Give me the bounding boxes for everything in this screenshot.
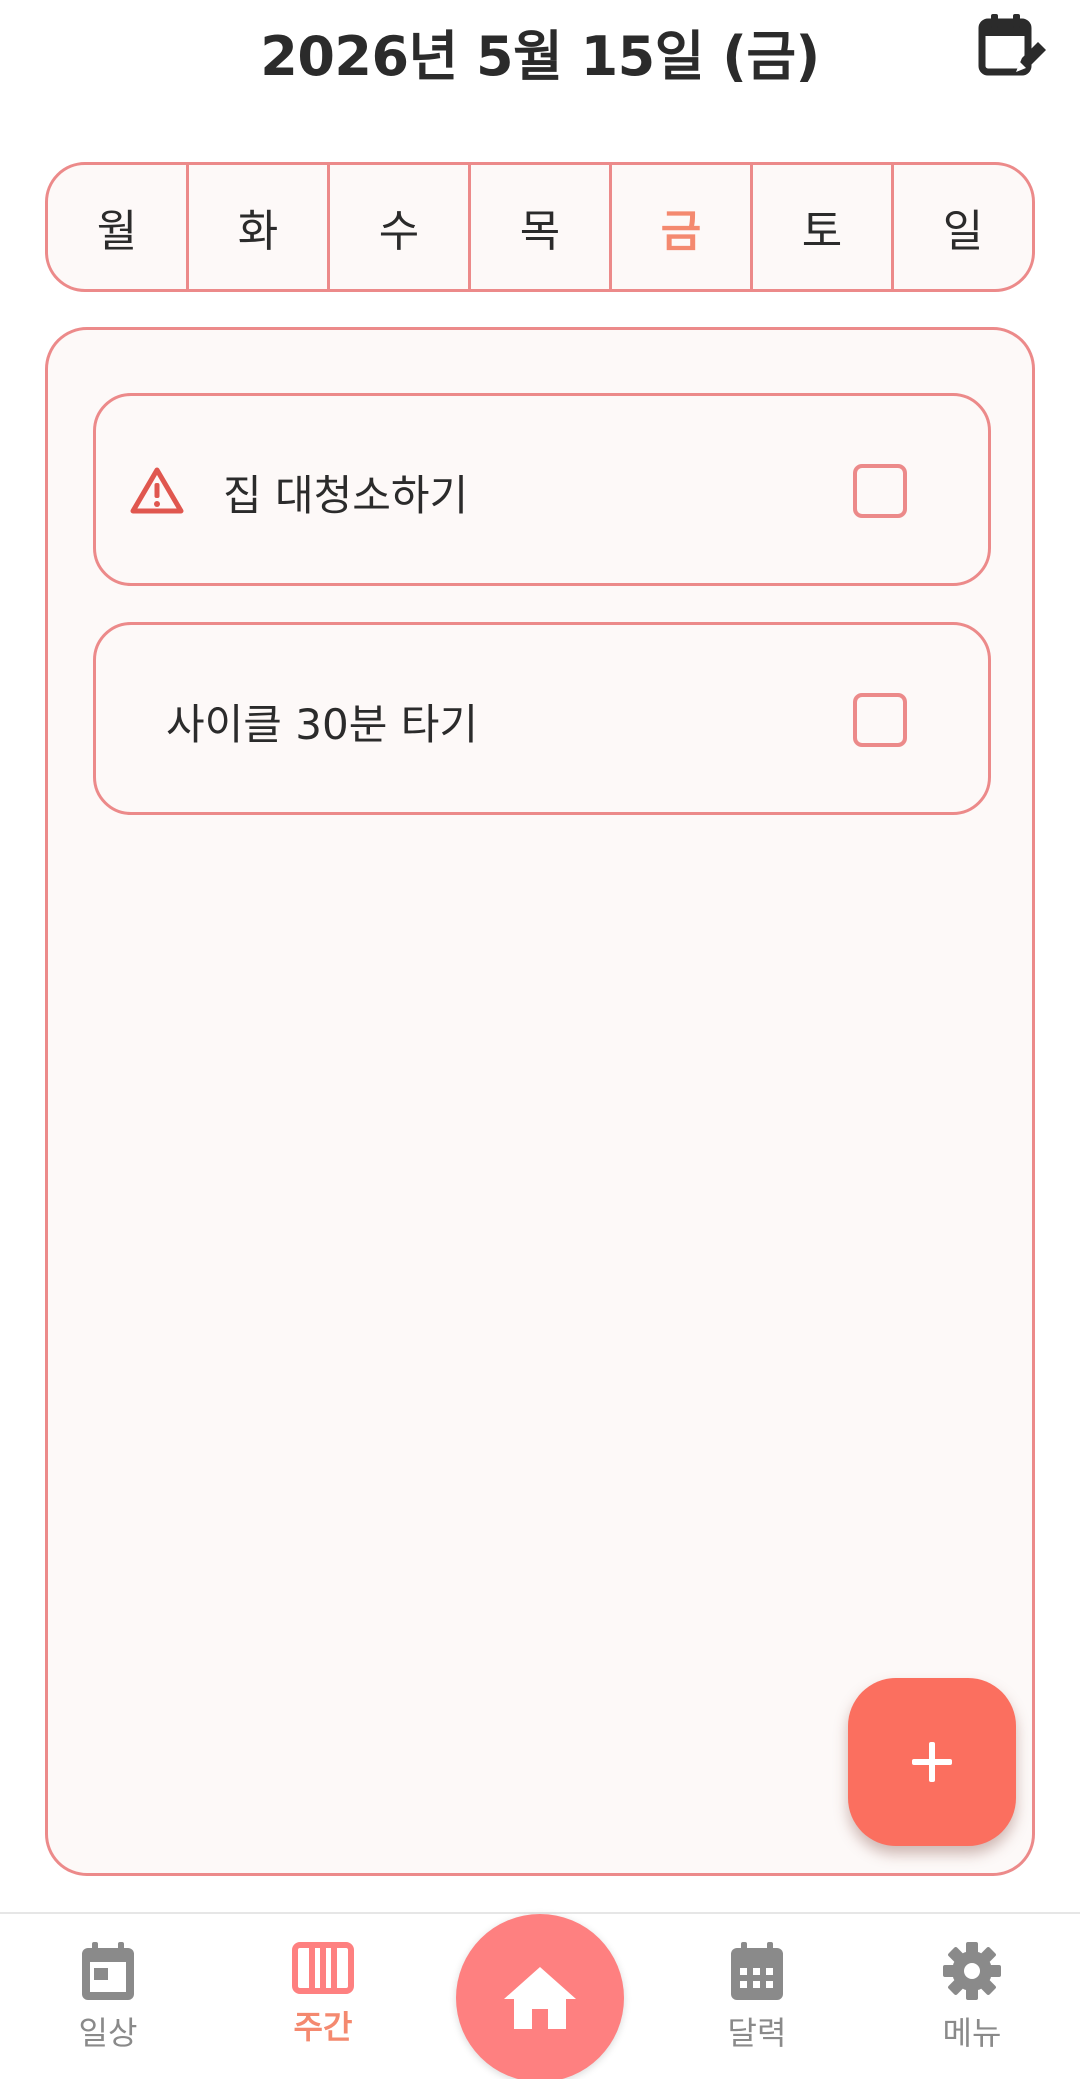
weekday-wed[interactable]: 수 [330, 165, 471, 289]
home-button[interactable] [456, 1914, 624, 2079]
task-checkbox[interactable] [853, 464, 907, 518]
nav-item-daily[interactable]: 일상 [33, 1940, 183, 2070]
nav-item-calendar[interactable]: 달력 [682, 1940, 832, 2070]
home-icon [504, 1967, 576, 2029]
weekday-mon[interactable]: 월 [48, 165, 189, 289]
weekday-sun[interactable]: 일 [894, 165, 1032, 289]
nav-item-weekly[interactable]: 주간 [248, 1940, 398, 2070]
week-columns-icon [292, 1942, 354, 1994]
edit-calendar-button[interactable] [972, 8, 1050, 86]
task-panel: 집 대청소하기 사이클 30분 타기 [45, 327, 1035, 1876]
task-item[interactable]: 사이클 30분 타기 [93, 622, 991, 815]
plus-icon [912, 1742, 952, 1782]
app-screen: 2026년 5월 15일 (금) 월 화 수 목 금 토 일 집 대청소하기 사… [0, 0, 1080, 2079]
weekday-selector: 월 화 수 목 금 토 일 [45, 162, 1035, 292]
gear-icon [943, 1942, 1001, 2000]
task-checkbox[interactable] [853, 693, 907, 747]
task-label: 집 대청소하기 [223, 471, 469, 520]
task-item[interactable]: 집 대청소하기 [93, 393, 991, 586]
nav-label-weekly: 주간 [293, 2008, 353, 2046]
calendar-grid-icon [731, 1942, 783, 2000]
weekday-fri[interactable]: 금 [612, 165, 753, 289]
weekday-thu[interactable]: 목 [471, 165, 612, 289]
add-task-button[interactable] [848, 1678, 1016, 1846]
nav-label-daily: 일상 [78, 2014, 138, 2052]
header: 2026년 5월 15일 (금) [0, 0, 1080, 100]
calendar-edit-icon [978, 14, 1046, 76]
task-label: 사이클 30분 타기 [166, 700, 478, 749]
page-title: 2026년 5월 15일 (금) [260, 25, 820, 88]
weekday-tue[interactable]: 화 [189, 165, 330, 289]
nav-label-menu: 메뉴 [942, 2014, 1002, 2052]
nav-label-calendar: 달력 [727, 2014, 787, 2052]
weekday-sat[interactable]: 토 [753, 165, 894, 289]
calendar-day-icon [82, 1942, 134, 2000]
warning-icon [130, 467, 184, 514]
nav-item-menu[interactable]: 메뉴 [897, 1940, 1047, 2070]
